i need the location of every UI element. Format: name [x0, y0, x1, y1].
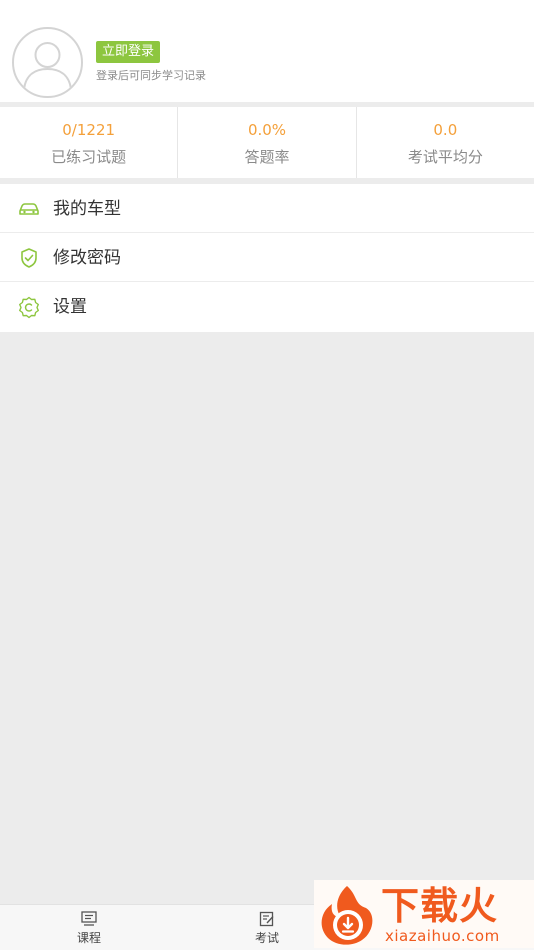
tab-label: 课程 [76, 931, 101, 945]
tab-course[interactable]: 课程 [49, 905, 129, 950]
shield-check-icon [17, 246, 41, 270]
login-hint: 登录后可同步学习记录 [96, 69, 206, 82]
menu-list: 我的车型 修改密码 设置 [0, 184, 534, 332]
menu-item-my-car[interactable]: 我的车型 [0, 184, 534, 233]
menu-item-settings[interactable]: 设置 [0, 282, 534, 332]
gear-icon [17, 295, 41, 319]
login-button[interactable]: 立即登录 [96, 41, 161, 63]
exam-icon [258, 910, 276, 928]
stat-label: 考试平均分 [407, 148, 483, 166]
watermark-brand: 下载火 [381, 884, 499, 928]
menu-item-label: 修改密码 [53, 248, 121, 268]
stat-value: 0/1221 [62, 121, 116, 139]
profile-page: 立即登录 登录后可同步学习记录 0/1221 已练习试题 0.0% 答题率 0.… [0, 0, 534, 950]
watermark-logo: 下载火 xiazaihuo.com [314, 880, 534, 948]
menu-item-label: 设置 [53, 297, 87, 317]
stat-answer-rate: 0.0% 答题率 [177, 107, 355, 178]
stat-average-score: 0.0 考试平均分 [355, 107, 534, 178]
user-avatar-icon[interactable] [12, 27, 83, 98]
stat-value: 0.0% [247, 121, 287, 139]
menu-item-change-password[interactable]: 修改密码 [0, 233, 534, 282]
flame-logo-icon [321, 886, 373, 945]
course-icon [80, 910, 98, 928]
stat-practiced: 0/1221 已练习试题 [0, 107, 177, 178]
stats-row: 0/1221 已练习试题 0.0% 答题率 0.0 考试平均分 [0, 107, 534, 178]
profile-header: 立即登录 登录后可同步学习记录 [0, 0, 534, 102]
stat-label: 已练习试题 [51, 148, 127, 166]
tab-label: 考试 [254, 931, 279, 945]
tab-exam[interactable]: 考试 [227, 905, 307, 950]
stat-value: 0.0 [433, 121, 458, 139]
watermark-url: xiazaihuo.com [385, 927, 500, 945]
stat-label: 答题率 [244, 148, 290, 166]
car-icon [17, 197, 41, 221]
menu-item-label: 我的车型 [53, 199, 121, 219]
